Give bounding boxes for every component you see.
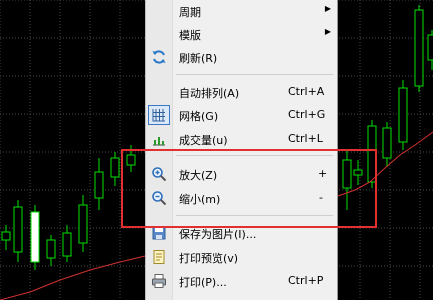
submenu-arrow-icon: ▶ [324,27,331,36]
candle-body [13,206,23,253]
candle-body [62,232,72,257]
candle-body [110,157,120,178]
volume-icon [150,130,168,148]
menu-item-label: 刷新(R) [179,52,218,65]
candle-body [414,9,424,87]
submenu-arrow-icon: ▶ [324,4,331,13]
candle-body [398,87,408,143]
menu-item-refresh[interactable]: 刷新(R) [146,47,337,67]
menu-item-label: 模版 [179,29,201,42]
menu-item-shortcut: Ctrl+G [288,108,326,121]
menu-item-label: 周期 [179,6,201,19]
refresh-icon [150,48,168,66]
menu-item-label: 保存为图片(I)... [179,228,257,241]
menu-item-shortcut: Ctrl+P [288,274,324,287]
candle-body [46,239,56,259]
grid-icon [150,106,168,124]
menu-item-grid[interactable]: 网格(G) Ctrl+G [146,105,337,125]
candle-body [427,34,433,61]
candle-body [30,211,40,263]
menu-item-print[interactable]: 打印(P)... Ctrl+P [146,271,337,291]
menu-item-label: 打印预览(v) [179,252,239,265]
print-icon [150,272,168,290]
menu-item-label: 网格(G) [179,110,219,123]
menu-item-shortcut: Ctrl+L [288,132,323,145]
highlight-box [121,149,377,228]
menu-item-label: 自动排列(A) [179,87,240,100]
menu-item-auto-arrange[interactable]: 自动排列(A) Ctrl+A [146,82,337,102]
menu-separator [176,74,333,75]
menu-item-label: 打印(P)... [179,276,227,289]
candle-body [78,204,88,244]
menu-item-shortcut: Ctrl+A [288,85,325,98]
menu-item-print-preview[interactable]: 打印预览(v) [146,247,337,267]
menu-item-period[interactable]: 周期 ▶ [146,1,337,21]
candle-body [1,231,11,241]
candle-body [94,171,104,199]
menu-item-volume[interactable]: 成交量(u) Ctrl+L [146,129,337,149]
print-preview-icon [150,248,168,266]
menu-item-template[interactable]: 模版 ▶ [146,24,337,44]
menu-item-label: 成交量(u) [179,134,228,147]
candle-body [382,127,392,159]
